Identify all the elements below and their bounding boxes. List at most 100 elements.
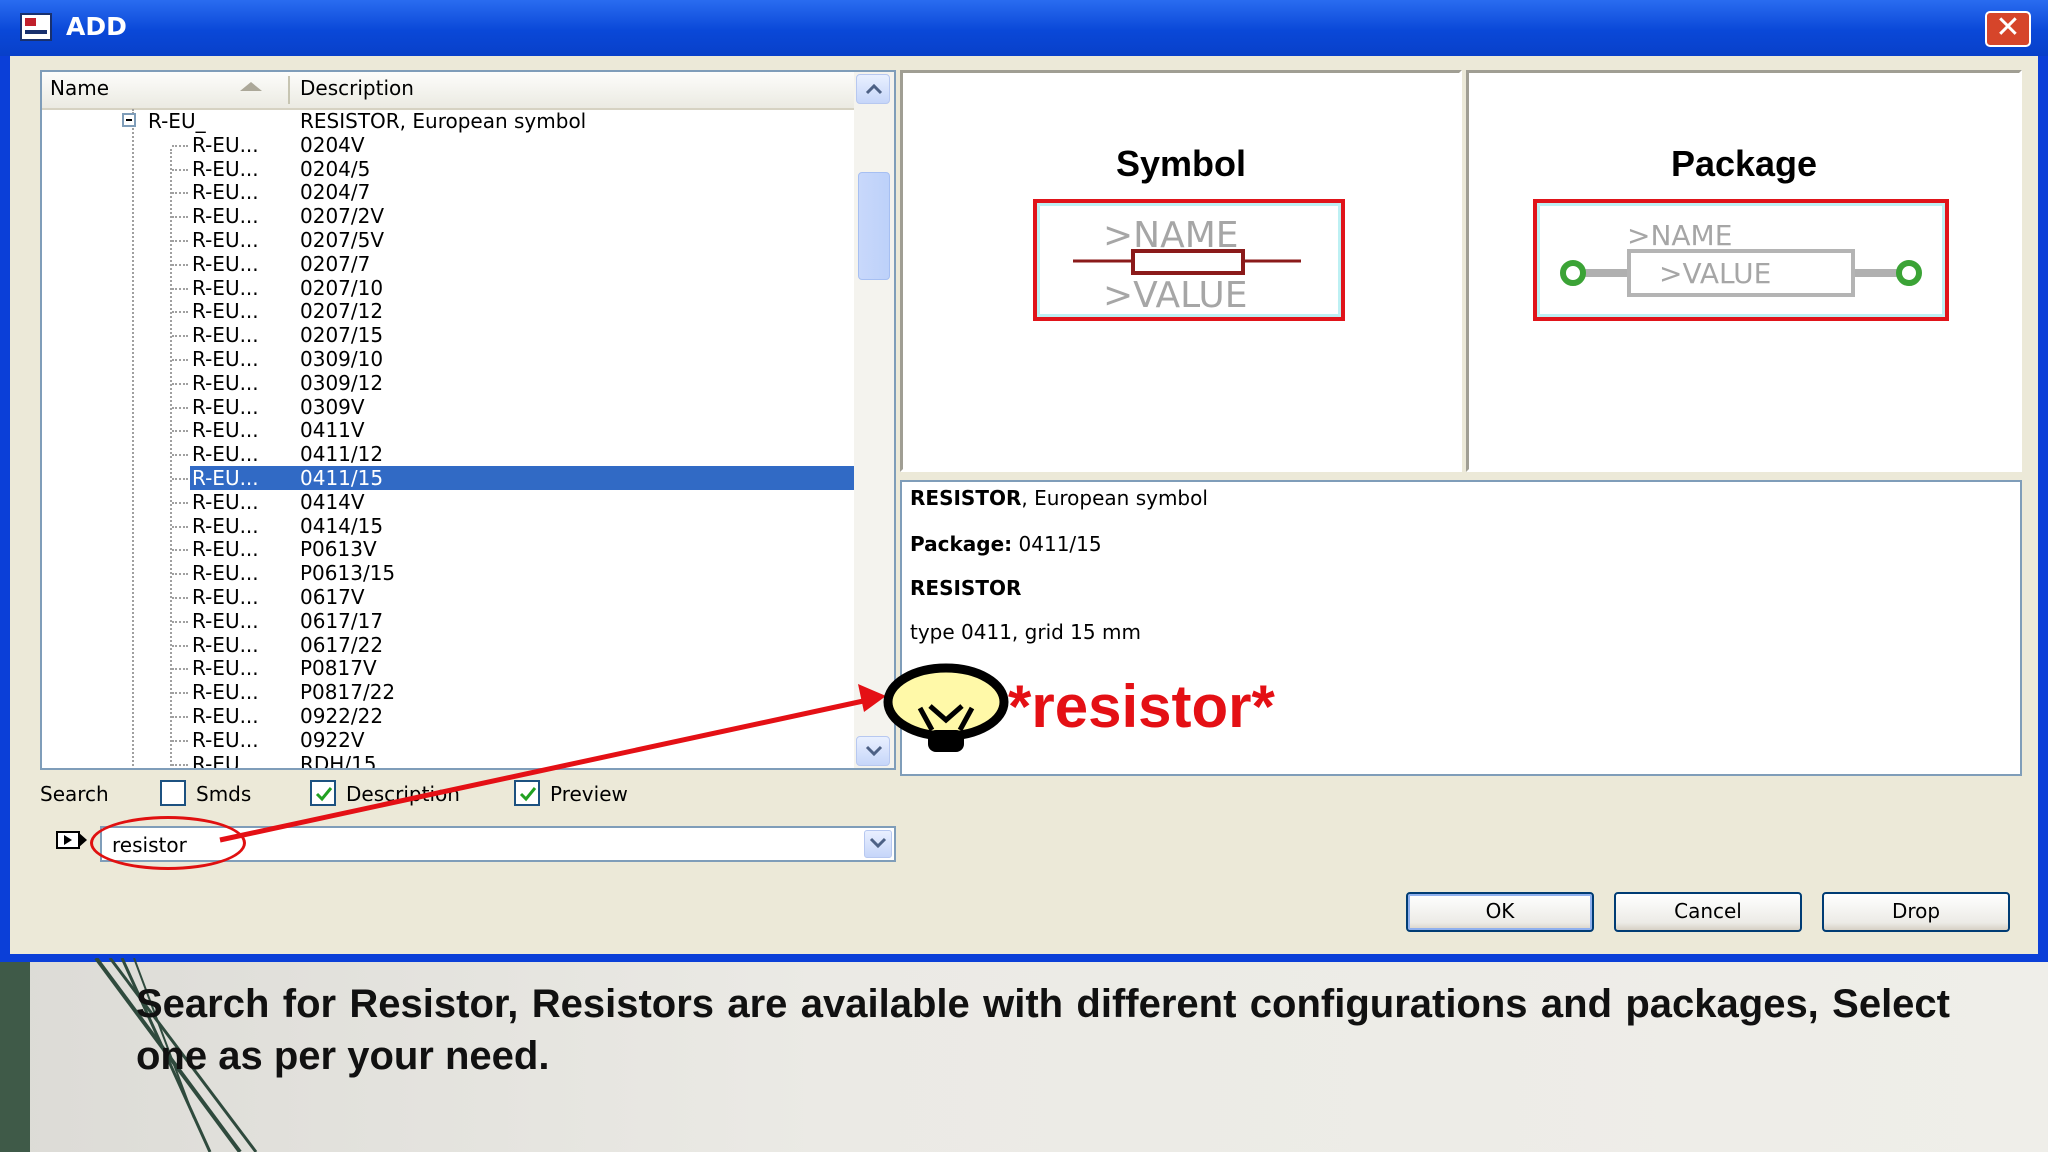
- list-item[interactable]: R-EU... 0411V: [42, 418, 854, 442]
- row-name: R-EU...: [192, 490, 259, 514]
- list-item[interactable]: R-EU... P0613/15: [42, 561, 854, 585]
- tree-connector: [172, 740, 188, 742]
- scroll-thumb[interactable]: [858, 172, 890, 280]
- list-item[interactable]: R-EU... 0411/12: [42, 442, 854, 466]
- row-name: R-EU...: [192, 418, 259, 442]
- list-item[interactable]: R-EU... P0817V: [42, 656, 854, 680]
- list-item[interactable]: R-EU... 0207/7: [42, 252, 854, 276]
- row-name: R-EU...: [192, 704, 259, 728]
- collapse-icon[interactable]: [122, 113, 136, 127]
- row-description: 0207/12: [300, 299, 384, 323]
- package-title: Package: [1670, 143, 1818, 184]
- tree-connector: [172, 597, 188, 599]
- list-item[interactable]: R-EU... 0414V: [42, 490, 854, 514]
- lightbulb-icon: [883, 663, 1009, 752]
- package-value-text: >VALUE: [1659, 257, 1771, 290]
- list-item[interactable]: R-EU... 0309/12: [42, 371, 854, 395]
- list-item[interactable]: R-EU... 0207/2V: [42, 204, 854, 228]
- tree-connector: [172, 430, 188, 432]
- list-item[interactable]: R-EU... 0204/5: [42, 157, 854, 181]
- list-item[interactable]: R-EU... 0207/10: [42, 276, 854, 300]
- list-item[interactable]: R-EU... 0204V: [42, 133, 854, 157]
- close-button[interactable]: ✕: [1985, 11, 2031, 47]
- dialog-body: Name Description R-EU_ RESISTOR, Europea…: [10, 56, 2038, 954]
- description-checkbox[interactable]: [310, 780, 336, 806]
- package-preview: >NAME >VALUE: [1533, 199, 1949, 321]
- info-line-3-bold: RESISTOR: [910, 576, 1022, 600]
- title-bar[interactable]: ADD ✕: [0, 0, 2048, 56]
- preview-checkbox[interactable]: [514, 780, 540, 806]
- tree-connector: [172, 645, 188, 647]
- list-item[interactable]: R-EU... 0617/17: [42, 609, 854, 633]
- row-name: R-EU...: [192, 656, 259, 680]
- row-description: 0414V: [300, 490, 365, 514]
- row-name: R-EU...: [192, 466, 259, 490]
- preview-label: Preview: [550, 782, 628, 806]
- search-go-icon[interactable]: [56, 829, 88, 851]
- device-list[interactable]: Name Description R-EU_ RESISTOR, Europea…: [40, 70, 896, 770]
- list-item[interactable]: R-EU... 0309/10: [42, 347, 854, 371]
- list-item[interactable]: R-EU... 0922V: [42, 728, 854, 752]
- info-line-2: Package: 0411/15: [910, 532, 1102, 556]
- info-line-1-text: , European symbol: [1021, 486, 1208, 510]
- list-item[interactable]: R-EU... 0617/22: [42, 633, 854, 657]
- list-item[interactable]: R-EU... 0204/7: [42, 180, 854, 204]
- tree-connector: [172, 383, 188, 385]
- scroll-up-button[interactable]: [856, 74, 890, 104]
- tree-connector: [172, 359, 188, 361]
- ok-button[interactable]: OK: [1406, 892, 1594, 932]
- list-item[interactable]: R-EU... 0207/5V: [42, 228, 854, 252]
- row-name: R-EU...: [192, 371, 259, 395]
- drop-button[interactable]: Drop: [1822, 892, 2010, 932]
- symbol-preview-panel: Symbol >NAME >VALUE: [900, 70, 1462, 472]
- row-name: R-EU...: [192, 609, 259, 633]
- column-name-header[interactable]: Name: [50, 76, 109, 100]
- list-item[interactable]: R-EU... P0613V: [42, 537, 854, 561]
- window-title: ADD: [66, 12, 127, 41]
- row-description: 0617/17: [300, 609, 384, 633]
- list-item[interactable]: R-EU... 0617V: [42, 585, 854, 609]
- list-header: Name Description: [42, 72, 854, 110]
- smds-label: Smds: [196, 782, 252, 806]
- row-description: 0922V: [300, 728, 365, 752]
- list-item[interactable]: R-EU... 0207/12: [42, 299, 854, 323]
- tree-connector: [172, 716, 188, 718]
- row-description: RDH/15: [300, 752, 377, 769]
- list-item[interactable]: R-EU... 0922/22: [42, 704, 854, 728]
- tree-connector: [172, 692, 188, 694]
- column-divider[interactable]: [288, 76, 290, 104]
- checkmark-icon: [315, 787, 333, 802]
- row-description: P0817/22: [300, 680, 396, 704]
- column-description-header[interactable]: Description: [300, 76, 414, 100]
- search-dropdown-button[interactable]: [864, 830, 892, 858]
- row-description: 0617V: [300, 585, 365, 609]
- list-item[interactable]: R-EU... P0817/22: [42, 680, 854, 704]
- cancel-button[interactable]: Cancel: [1614, 892, 1802, 932]
- tree-parent-row[interactable]: R-EU_ RESISTOR, European symbol: [42, 109, 854, 133]
- row-name: R-EU...: [192, 133, 259, 157]
- list-item[interactable]: R-EU... 0309V: [42, 395, 854, 419]
- row-name: R-EU...: [192, 442, 259, 466]
- tree-connector: [172, 264, 188, 266]
- list-item[interactable]: R-EU... 0207/15: [42, 323, 854, 347]
- list-item[interactable]: R-EU... RDH/15: [42, 752, 854, 769]
- symbol-title: Symbol: [1115, 143, 1247, 184]
- row-description: 0411V: [300, 418, 365, 442]
- row-name: R-EU...: [192, 323, 259, 347]
- resistor-symbol-drawing: >NAME >VALUE: [1073, 215, 1301, 316]
- list-item[interactable]: R-EU... 0414/15: [42, 514, 854, 538]
- chevron-up-icon: [865, 83, 883, 95]
- row-name: R-EU...: [192, 180, 259, 204]
- row-description: 0411/12: [300, 442, 384, 466]
- list-rows: R-EU_ RESISTOR, European symbol R-EU... 0…: [42, 109, 854, 769]
- tree-connector: [172, 216, 188, 218]
- checkmark-icon: [519, 787, 537, 802]
- tree-connector: [172, 240, 188, 242]
- row-description: 0204/5: [300, 157, 371, 181]
- row-description: 0922/22: [300, 704, 384, 728]
- smds-checkbox[interactable]: [160, 780, 186, 806]
- info-line-3: RESISTOR: [910, 576, 1021, 600]
- list-item-selected[interactable]: R-EU... 0411/15: [42, 466, 854, 490]
- tree-connector: [172, 169, 188, 171]
- symbol-value-text: >VALUE: [1103, 275, 1247, 316]
